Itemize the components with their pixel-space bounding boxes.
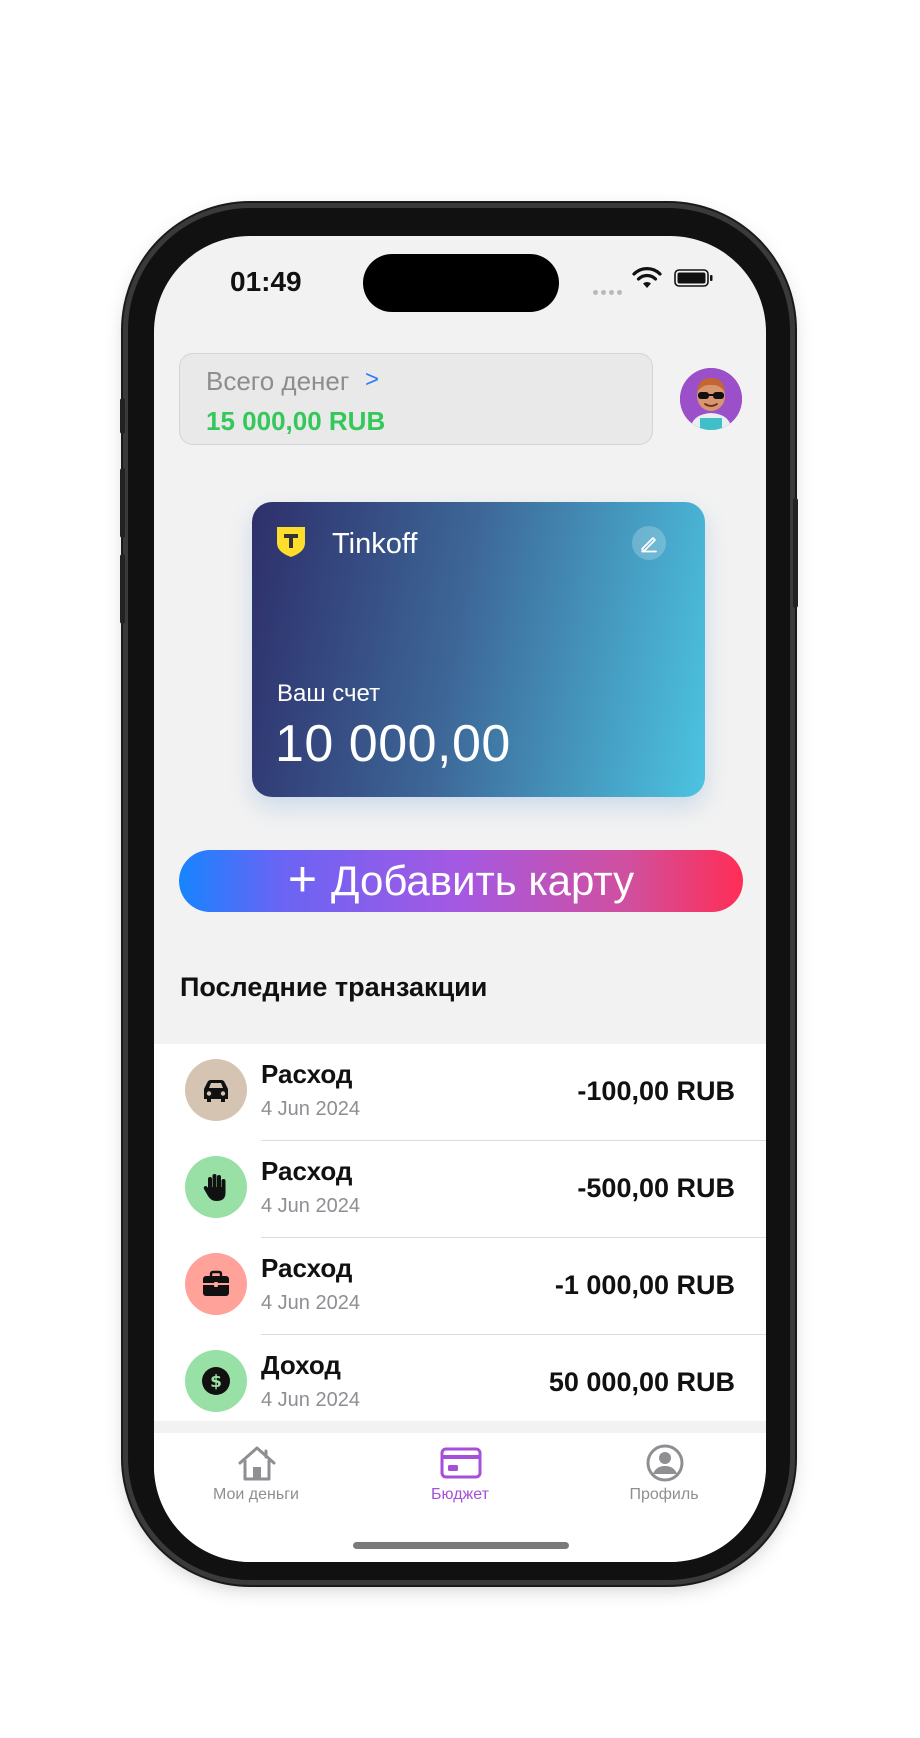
bank-name: Tinkoff (332, 528, 418, 560)
transaction-icon-circle (185, 1059, 247, 1121)
transaction-icon-circle (185, 1253, 247, 1315)
tab-profile[interactable]: Профиль (562, 1433, 766, 1513)
tab-label: Профиль (629, 1486, 699, 1503)
transaction-row[interactable]: Расход 4 Jun 2024 -500,00 RUB (154, 1141, 766, 1238)
svg-text:$: $ (210, 1372, 222, 1392)
person-circle-icon (646, 1444, 684, 1482)
transaction-type: Доход (261, 1350, 341, 1380)
hand-icon (203, 1174, 226, 1201)
app-screen: 01:49 Всего денег > 15 000,00 RUB Tinkof… (154, 236, 766, 1562)
transaction-icon-circle: $ (185, 1350, 247, 1412)
transaction-amount: -1 000,00 RUB (554, 1270, 735, 1300)
tab-my-money[interactable]: Мои деньги (154, 1433, 358, 1513)
plus-icon: + (287, 851, 318, 907)
transaction-row[interactable]: Расход 4 Jun 2024 -100,00 RUB (154, 1044, 766, 1141)
transaction-date: 4 Jun 2024 (261, 1389, 360, 1411)
tab-budget[interactable]: Бюджет (358, 1433, 562, 1513)
edit-card-button[interactable] (632, 526, 666, 560)
transaction-row[interactable]: Расход 4 Jun 2024 -1 000,00 RUB (154, 1238, 766, 1335)
silent-switch (120, 398, 125, 434)
transaction-date: 4 Jun 2024 (261, 1098, 360, 1120)
briefcase-icon (203, 1270, 229, 1296)
house-icon (238, 1446, 276, 1481)
credit-card-icon (440, 1447, 482, 1479)
transaction-type: Расход (261, 1059, 353, 1089)
recent-transactions-title: Последние транзакции (180, 972, 488, 1002)
transactions-list: Расход 4 Jun 2024 -100,00 RUB Расход 4 J… (154, 1044, 766, 1421)
tinkoff-shield-icon (277, 527, 305, 557)
transaction-row[interactable]: $ Доход 4 Jun 2024 50 000,00 RUB (154, 1335, 766, 1432)
home-indicator (353, 1542, 569, 1549)
bank-card[interactable]: Tinkoff Ваш счет 10 000,00 (252, 502, 705, 797)
balance-label: Ваш счет (277, 680, 381, 707)
transaction-icon-circle (185, 1156, 247, 1218)
total-money-label: Всего денег (206, 366, 350, 396)
status-bar: 01:49 (154, 236, 766, 316)
chevron-right-icon: > (365, 366, 380, 393)
add-card-button[interactable]: + Добавить карту (179, 850, 743, 912)
transaction-amount: -500,00 RUB (577, 1173, 735, 1203)
memoji-avatar-icon (680, 368, 742, 430)
dynamic-island (363, 254, 559, 312)
total-money-button[interactable]: Всего денег > 15 000,00 RUB (179, 353, 653, 445)
volume-down-button (120, 554, 125, 624)
transaction-date: 4 Jun 2024 (261, 1292, 360, 1314)
transaction-type: Расход (261, 1156, 353, 1186)
wifi-icon (632, 267, 662, 288)
tab-label: Бюджет (431, 1486, 489, 1503)
transaction-date: 4 Jun 2024 (261, 1195, 360, 1217)
tab-label: Мои деньги (213, 1486, 299, 1503)
transaction-amount: -100,00 RUB (577, 1076, 735, 1106)
transaction-amount: 50 000,00 RUB (548, 1367, 735, 1397)
power-button (793, 498, 798, 608)
car-icon (204, 1080, 228, 1102)
total-money-amount: 15 000,00 RUB (206, 406, 386, 436)
battery-icon (674, 269, 713, 287)
cellular-signal-icon (593, 282, 625, 300)
add-card-label: Добавить карту (331, 857, 635, 904)
balance-amount: 10 000,00 (275, 715, 511, 773)
profile-avatar[interactable] (680, 368, 742, 430)
pencil-icon (641, 537, 657, 553)
transaction-type: Расход (261, 1253, 353, 1283)
status-time: 01:49 (230, 266, 302, 297)
dollar-icon: $ (202, 1367, 230, 1395)
volume-up-button (120, 468, 125, 538)
